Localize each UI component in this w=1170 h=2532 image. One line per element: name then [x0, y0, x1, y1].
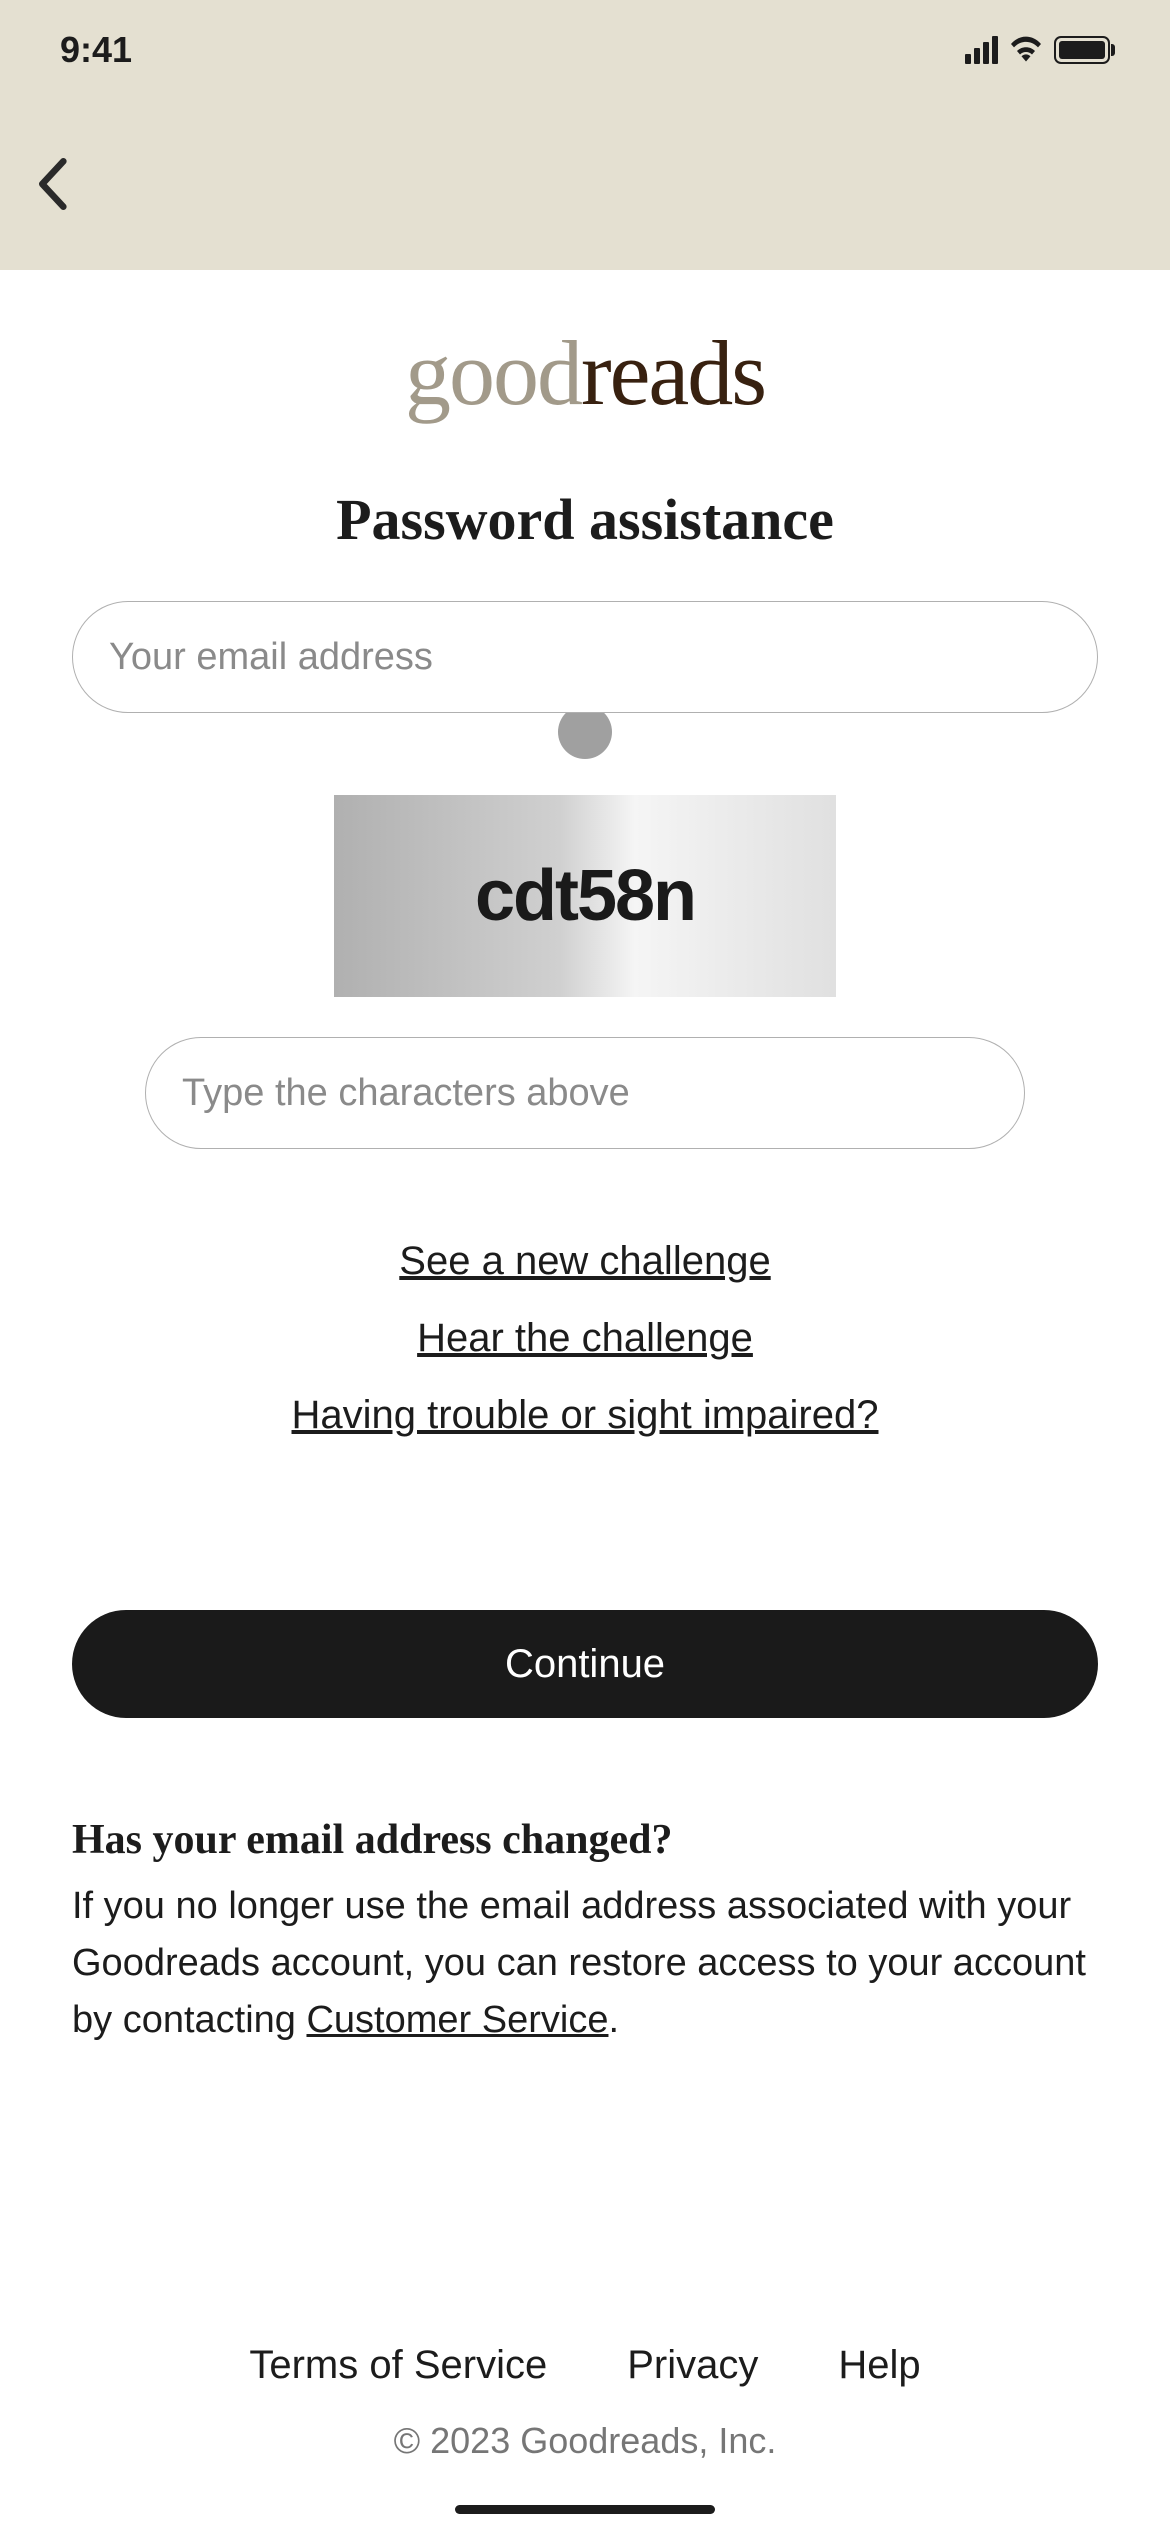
wifi-icon — [1008, 34, 1044, 67]
email-changed-title: Has your email address changed? — [72, 1816, 1098, 1864]
chevron-left-icon — [34, 158, 70, 210]
captcha-image: cdt58n — [334, 795, 836, 997]
captcha-text: cdt58n — [475, 855, 695, 937]
email-input[interactable] — [72, 601, 1098, 713]
status-bar: 9:41 — [0, 0, 1170, 100]
privacy-link[interactable]: Privacy — [627, 2343, 758, 2388]
copyright-text: © 2023 Goodreads, Inc. — [0, 2420, 1170, 2462]
status-time: 9:41 — [60, 29, 132, 71]
captcha-input[interactable] — [145, 1037, 1025, 1149]
dot-indicator — [558, 705, 612, 759]
nav-bar — [0, 100, 1170, 270]
status-icons — [965, 34, 1110, 67]
trouble-link[interactable]: Having trouble or sight impaired? — [72, 1393, 1098, 1438]
help-link[interactable]: Help — [838, 2343, 920, 2388]
back-button[interactable] — [24, 148, 80, 223]
cellular-signal-icon — [965, 36, 998, 64]
goodreads-logo: goodreads — [72, 320, 1098, 486]
customer-service-link[interactable]: Customer Service — [306, 1999, 608, 2041]
new-challenge-link[interactable]: See a new challenge — [72, 1239, 1098, 1284]
email-changed-body: If you no longer use the email address a… — [72, 1878, 1098, 2049]
footer: Terms of Service Privacy Help © 2023 Goo… — [0, 2343, 1170, 2462]
hear-challenge-link[interactable]: Hear the challenge — [72, 1316, 1098, 1361]
battery-icon — [1054, 36, 1110, 64]
continue-button[interactable]: Continue — [72, 1610, 1098, 1718]
page-title: Password assistance — [72, 486, 1098, 553]
home-indicator[interactable] — [455, 2505, 715, 2514]
terms-of-service-link[interactable]: Terms of Service — [249, 2343, 547, 2388]
